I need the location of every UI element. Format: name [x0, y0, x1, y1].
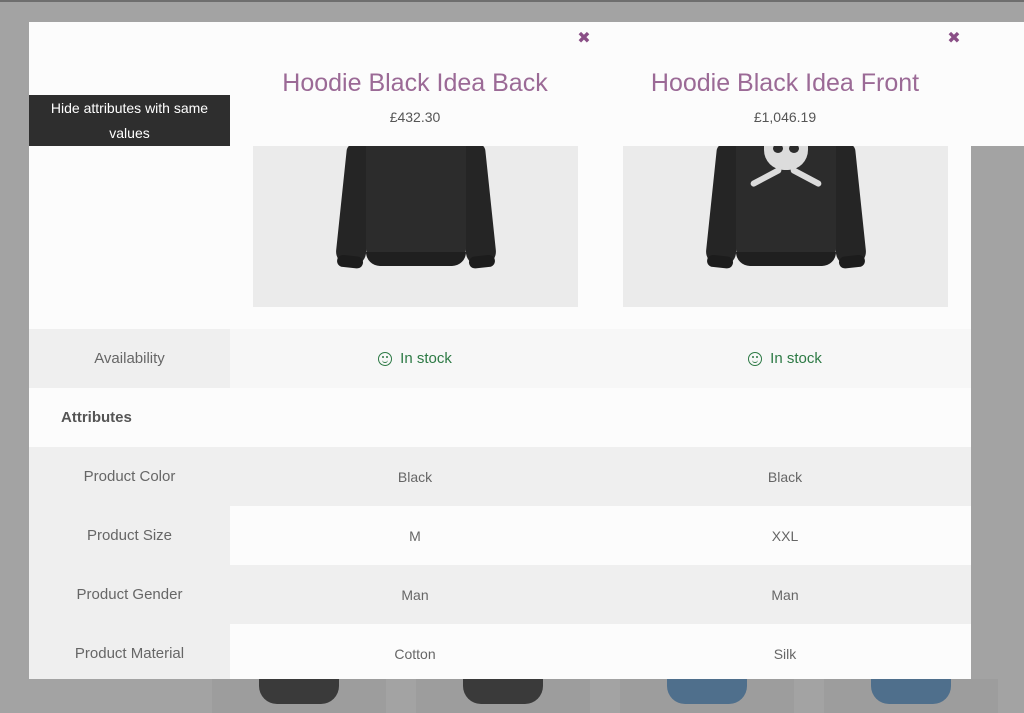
attribute-value: XXL: [771, 527, 799, 544]
compare-modal: Hide attributes with same values ✖ Hoodi…: [29, 22, 1024, 679]
attribute-value: M: [409, 527, 421, 544]
background-header-border: [0, 0, 1024, 2]
attribute-value: Man: [771, 586, 799, 603]
row-label: Product Material: [29, 624, 230, 679]
hoodie-front-image[interactable]: [623, 146, 948, 307]
row-label: Product Size: [29, 506, 230, 565]
attribute-value: Black: [397, 468, 433, 485]
attribute-value: Silk: [773, 645, 797, 662]
remove-product-close-icon[interactable]: ✖: [946, 31, 962, 47]
attributes-heading-row: Attributes: [29, 388, 971, 447]
hide-same-attributes-button[interactable]: Hide attributes with same values: [29, 95, 230, 146]
row-label: Availability: [29, 329, 230, 388]
row-label: Product Color: [29, 447, 230, 506]
product-title[interactable]: Hoodie Black Idea Back: [230, 68, 600, 98]
hoodie-back-image[interactable]: [253, 146, 578, 307]
remove-product-close-icon[interactable]: ✖: [576, 31, 592, 47]
modal-overlay-edge: [971, 146, 1024, 679]
attribute-row: Product Color Black Black: [29, 447, 971, 506]
product-title[interactable]: Hoodie Black Idea Front: [600, 68, 970, 98]
smiley-icon: [378, 351, 393, 366]
attribute-value: Black: [767, 468, 803, 485]
background-product-thumbnail: [212, 678, 386, 713]
attribute-value: Cotton: [394, 645, 436, 662]
row-label: Product Gender: [29, 565, 230, 624]
product-price: £1,046.19: [753, 109, 817, 125]
attribute-row: Product Size M XXL: [29, 506, 971, 565]
attribute-row: Product Material Cotton Silk: [29, 624, 971, 679]
product-price: £432.30: [389, 109, 441, 125]
stock-status-text: In stock: [770, 350, 822, 367]
attribute-row: Product Gender Man Man: [29, 565, 971, 624]
attributes-heading: Attributes: [29, 388, 230, 447]
background-product-thumbnail: [416, 678, 590, 713]
smiley-icon: [748, 351, 763, 366]
attribute-value: Man: [401, 586, 429, 603]
background-product-thumbnail: [824, 678, 998, 713]
background-product-thumbnail: [620, 678, 794, 713]
availability-row: Availability In stock In stock: [29, 329, 971, 388]
stock-status-text: In stock: [400, 350, 452, 367]
stock-status: In stock: [230, 329, 600, 388]
stock-status: In stock: [600, 329, 970, 388]
